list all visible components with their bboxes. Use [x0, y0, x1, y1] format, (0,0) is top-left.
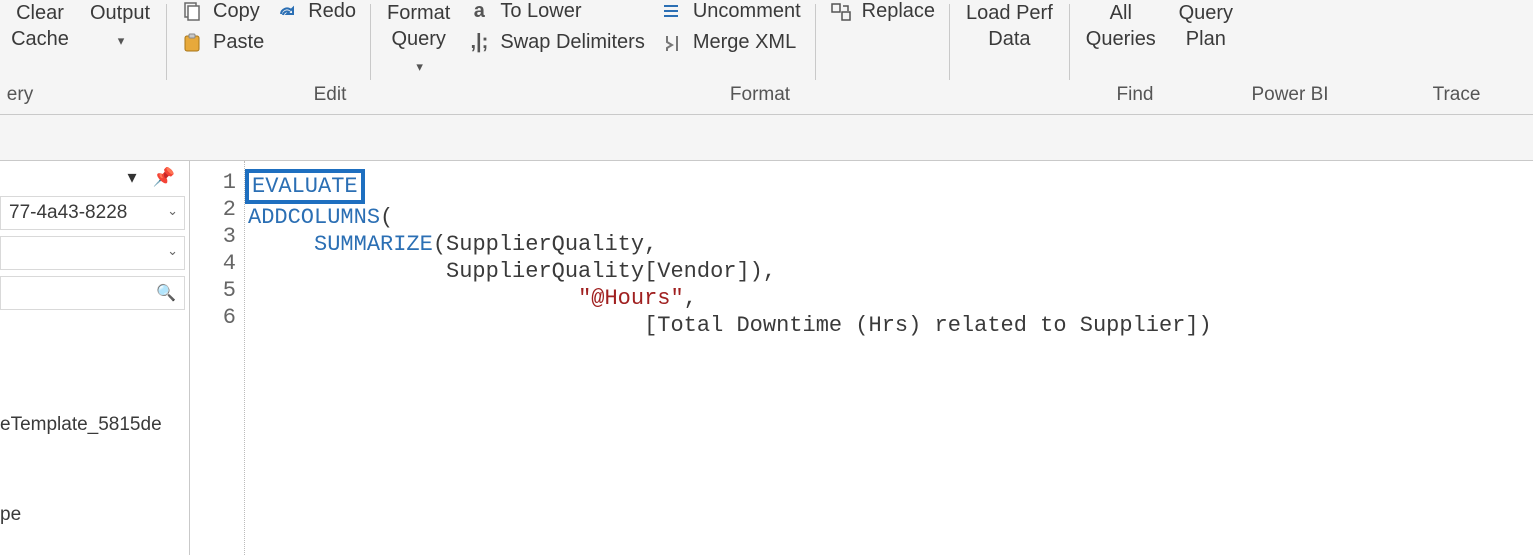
code-line[interactable]: "@Hours",: [248, 285, 1525, 312]
clear-cache-line2: Cache: [11, 26, 69, 52]
format-query-line2: Query: [391, 26, 445, 80]
metadata-search[interactable]: 🔍: [0, 276, 185, 310]
panel-pin-icon[interactable]: 📌: [153, 167, 175, 188]
line-number: 6: [190, 304, 236, 331]
format-query-line1: Format: [387, 0, 450, 26]
query-plan-button[interactable]: Query Plan: [1166, 0, 1246, 80]
format-stack-1: a To Lower ,|; Swap Delimiters: [460, 0, 652, 80]
divider-edit: [166, 4, 167, 80]
uncomment-icon: [661, 1, 683, 23]
redo-button[interactable]: Redo: [276, 0, 356, 23]
to-lower-icon: a: [468, 1, 490, 23]
line-number: 4: [190, 250, 236, 277]
load-perf-data-button[interactable]: Load Perf Data: [956, 0, 1063, 80]
to-lower-button[interactable]: a To Lower: [468, 0, 644, 23]
copy-button[interactable]: Copy: [181, 0, 264, 23]
format-query-dropdown-caret: [391, 52, 445, 80]
replace-button[interactable]: Replace: [830, 0, 935, 23]
code-line[interactable]: SupplierQuality[Vendor]),: [248, 258, 1525, 285]
redo-label: Redo: [308, 0, 356, 23]
code-line[interactable]: ADDCOLUMNS(: [248, 204, 1525, 231]
clear-cache-line1: Clear: [16, 0, 64, 26]
replace-label: Replace: [862, 0, 935, 23]
group-label-traces: Trace: [1380, 84, 1533, 106]
load-perf-line1: Load Perf: [966, 0, 1053, 26]
code-area[interactable]: EVALUATEADDCOLUMNS( SUMMARIZE(SupplierQu…: [248, 169, 1525, 555]
tree-item-1[interactable]: pe: [0, 500, 189, 530]
uncomment-button[interactable]: Uncomment: [661, 0, 801, 23]
panel-header: ▾ 📌: [0, 161, 189, 190]
format-stack-2: Uncomment Merge XML: [653, 0, 809, 80]
query-plan-line1: Query: [1179, 0, 1233, 26]
group-label-powerbi: Power BI: [1215, 84, 1365, 106]
editor-gutter: 1 2 3 4 5 6: [190, 161, 245, 555]
find-stack: Replace: [822, 0, 943, 80]
clear-cache-button[interactable]: Clear Cache: [0, 0, 80, 80]
chevron-down-icon: ⌄: [167, 203, 178, 219]
paste-icon: [181, 32, 203, 54]
line-number: 3: [190, 223, 236, 250]
paste-label: Paste: [213, 31, 264, 54]
group-label-format: Format: [470, 84, 1050, 106]
swap-delimiters-label: Swap Delimiters: [500, 31, 644, 54]
group-label-find: Find: [1060, 84, 1210, 106]
output-dropdown-caret: [116, 26, 125, 54]
ribbon: Clear Cache Output Copy: [0, 0, 1533, 115]
divider-find: [815, 4, 816, 80]
swap-delimiters-icon: ,|;: [468, 32, 490, 54]
all-queries-line1: All: [1110, 0, 1132, 26]
code-editor[interactable]: 1 2 3 4 5 6 EVALUATEADDCOLUMNS( SUMMARIZ…: [190, 160, 1533, 555]
database-dropdown-value: 77-4a43-8228: [9, 202, 127, 224]
panel-dropdown-caret[interactable]: ▾: [128, 167, 137, 188]
divider-powerbi: [949, 4, 950, 80]
merge-xml-label: Merge XML: [693, 31, 796, 54]
tree-item-0[interactable]: eTemplate_5815de: [0, 410, 189, 440]
all-queries-button[interactable]: All Queries: [1076, 0, 1166, 80]
replace-icon: [830, 1, 852, 23]
copy-label: Copy: [213, 0, 260, 23]
uncomment-label: Uncomment: [693, 0, 801, 23]
query-plan-line2: Plan: [1186, 26, 1226, 52]
model-dropdown[interactable]: ⌄: [0, 236, 185, 270]
output-button[interactable]: Output: [80, 0, 160, 80]
database-dropdown[interactable]: 77-4a43-8228 ⌄: [0, 196, 185, 230]
redo-icon: [276, 1, 298, 23]
search-icon: 🔍: [156, 283, 176, 303]
code-line[interactable]: SUMMARIZE(SupplierQuality,: [248, 231, 1525, 258]
line-number: 5: [190, 277, 236, 304]
edit-stack: Copy Paste: [173, 0, 272, 80]
line-number: 2: [190, 196, 236, 223]
copy-icon: [181, 1, 203, 23]
code-line[interactable]: [Total Downtime (Hrs) related to Supplie…: [248, 312, 1525, 339]
divider-traces: [1069, 4, 1070, 80]
ribbon-inner: Clear Cache Output Copy: [0, 0, 1533, 80]
group-label-edit: Edit: [200, 84, 460, 106]
chevron-down-icon-2: ⌄: [167, 243, 178, 259]
swap-delimiters-button[interactable]: ,|; Swap Delimiters: [468, 31, 644, 54]
group-label-query: ery: [0, 84, 40, 106]
merge-xml-button[interactable]: Merge XML: [661, 31, 801, 54]
merge-xml-icon: [661, 32, 683, 54]
all-queries-line2: Queries: [1086, 26, 1156, 52]
metadata-panel: ▾ 📌 77-4a43-8228 ⌄ ⌄ 🔍 eTemplate_5815de …: [0, 160, 190, 555]
redo-stack: Redo: [272, 0, 364, 80]
paste-button[interactable]: Paste: [181, 31, 264, 54]
format-query-button[interactable]: Format Query: [377, 0, 460, 80]
output-label: Output: [90, 0, 150, 26]
line-number: 1: [190, 169, 236, 196]
code-line[interactable]: EVALUATE: [248, 169, 1525, 204]
divider-format: [370, 4, 371, 80]
to-lower-label: To Lower: [500, 0, 581, 23]
load-perf-line2: Data: [988, 26, 1030, 52]
